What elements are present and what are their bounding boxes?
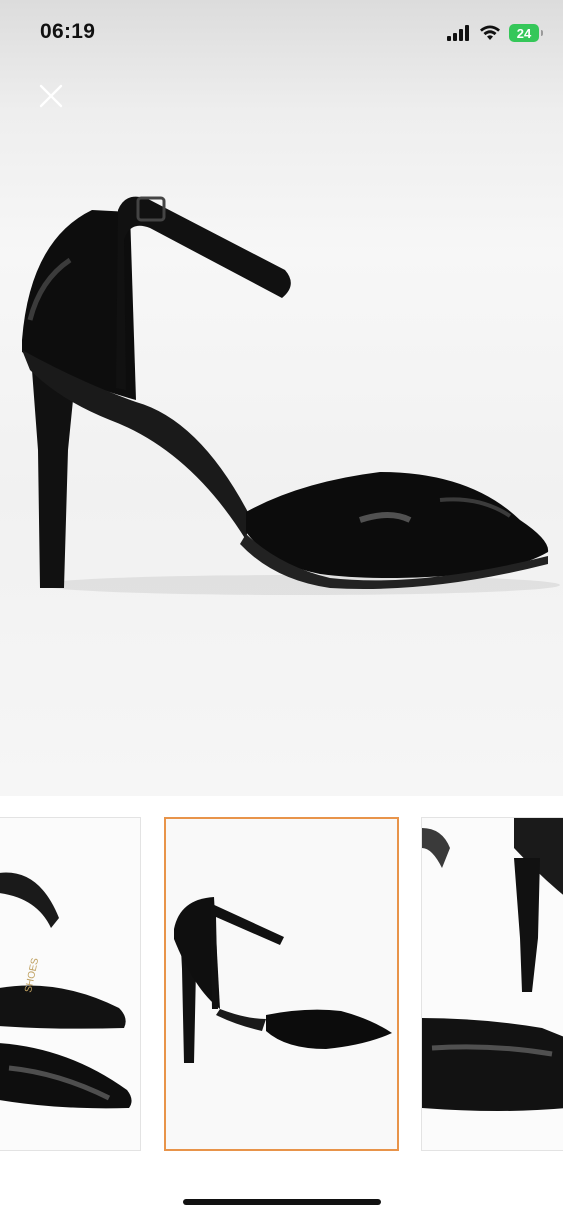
- thumbnail-toe-closeup[interactable]: SHOES: [0, 817, 141, 1151]
- thumbnail-heel-closeup[interactable]: [421, 817, 563, 1151]
- thumbnail-heel-closeup-image: [422, 818, 563, 1111]
- close-icon: [39, 84, 63, 108]
- home-indicator[interactable]: [183, 1199, 381, 1205]
- battery-icon: 24: [509, 24, 543, 42]
- signal-icon: [447, 25, 469, 41]
- battery-level: 24: [516, 25, 532, 41]
- status-bar: 06:19 24: [0, 0, 563, 66]
- thumbnail-toe-closeup-image: SHOES: [0, 872, 132, 1109]
- thumbnail-side-view-image: [174, 897, 392, 1063]
- shoe-heel: [32, 370, 76, 588]
- main-product-image[interactable]: [0, 120, 563, 760]
- status-icons: 24: [447, 22, 543, 44]
- wifi-icon: [480, 25, 500, 40]
- thumbnail-strip: SHOES: [0, 817, 563, 1153]
- close-button[interactable]: [33, 78, 69, 114]
- shoe-ankle-strap: [116, 196, 291, 390]
- thumbnail-side-view[interactable]: [164, 817, 399, 1151]
- shoe-vamp: [246, 472, 549, 578]
- status-time: 06:19: [40, 20, 96, 43]
- product-image-viewer: 06:19 24: [0, 0, 563, 796]
